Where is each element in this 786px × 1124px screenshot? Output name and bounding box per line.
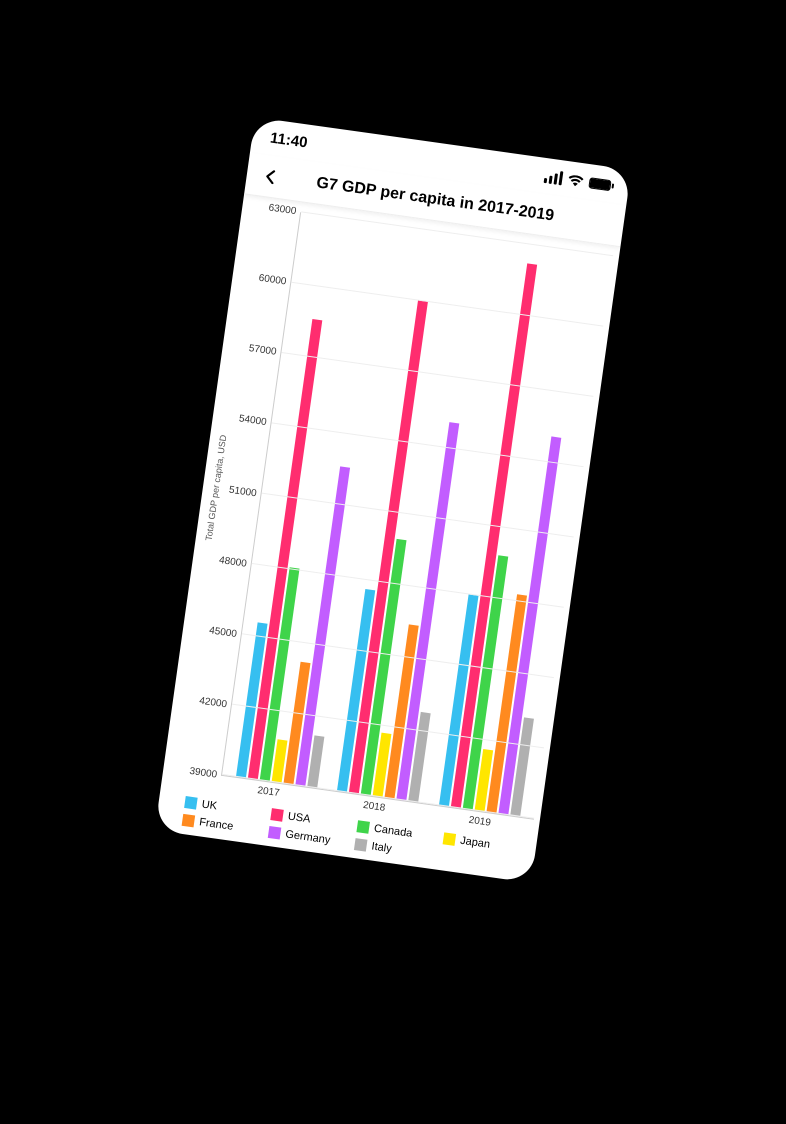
legend-label: Canada <box>373 823 413 840</box>
x-tick: 2018 <box>362 800 386 814</box>
legend-swatch <box>354 838 368 852</box>
legend-swatch <box>182 814 196 828</box>
back-button[interactable] <box>255 161 287 193</box>
chart-container: Total GDP per capita, USD 39000420004500… <box>155 194 621 883</box>
legend-swatch <box>356 820 370 834</box>
y-tick: 51000 <box>228 484 257 499</box>
phone-frame: 11:40 G7 GDP per capita in 2017-2019 Tot… <box>155 117 632 883</box>
battery-icon <box>588 177 611 191</box>
legend-label: France <box>198 816 234 833</box>
chevron-left-icon <box>263 168 279 184</box>
x-tick: 2017 <box>257 785 281 799</box>
legend-label: Italy <box>371 840 393 855</box>
legend-swatch <box>184 796 198 810</box>
y-tick: 63000 <box>268 202 297 217</box>
x-tick: 2019 <box>468 815 492 829</box>
wifi-icon <box>568 174 584 187</box>
legend-swatch <box>268 826 282 840</box>
y-tick: 54000 <box>238 414 267 429</box>
legend-label: Germany <box>285 828 331 846</box>
y-tick: 39000 <box>189 766 218 781</box>
bar <box>498 436 561 815</box>
legend-swatch <box>443 832 457 846</box>
legend-item: Japan <box>443 832 531 856</box>
y-tick: 57000 <box>248 343 277 358</box>
legend-label: Japan <box>459 835 490 851</box>
legend-label: UK <box>201 798 218 812</box>
y-tick: 42000 <box>199 695 228 710</box>
legend-label: USA <box>287 811 311 826</box>
legend-swatch <box>270 808 284 822</box>
cellular-icon <box>544 169 564 185</box>
y-tick: 48000 <box>218 555 247 570</box>
status-time: 11:40 <box>269 129 309 151</box>
y-tick: 45000 <box>208 625 237 640</box>
y-tick: 60000 <box>258 273 287 288</box>
